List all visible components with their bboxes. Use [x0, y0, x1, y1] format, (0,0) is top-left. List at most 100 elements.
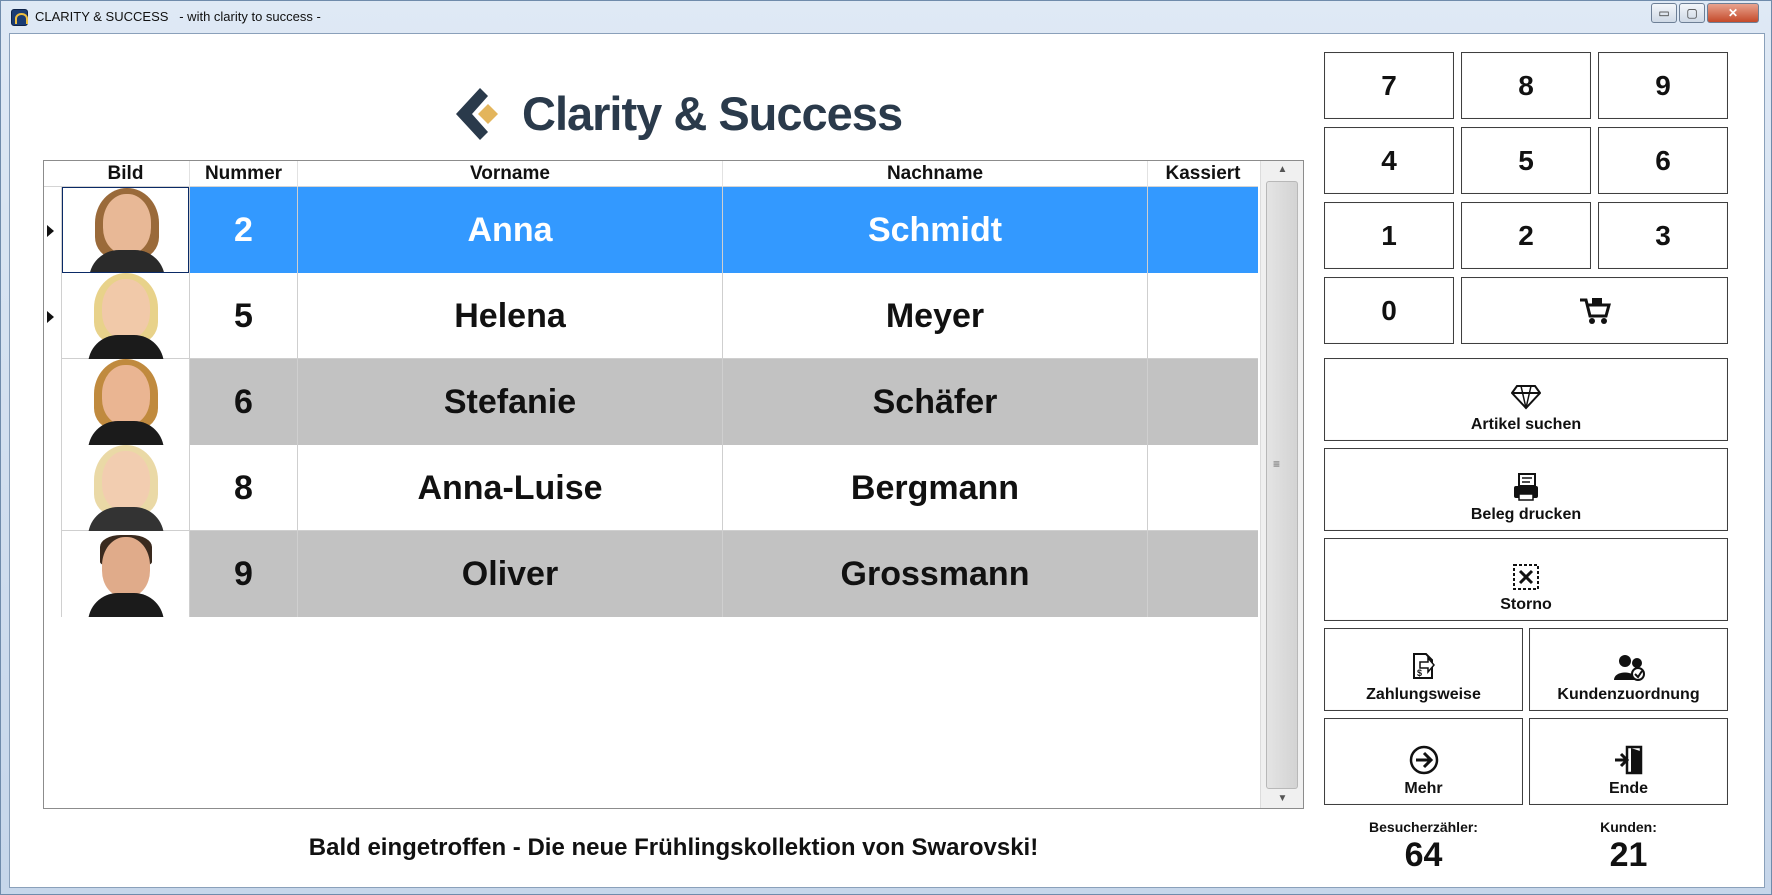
row-indicator-icon: [47, 311, 54, 323]
visitor-counter-value: 64: [1404, 836, 1443, 874]
zahlungsweise-button[interactable]: $ Zahlungsweise: [1324, 628, 1523, 711]
visitor-counter-label: Besucherzähler:: [1369, 819, 1478, 835]
vertical-scrollbar[interactable]: ▲ ≡ ▼: [1260, 161, 1303, 808]
window-title: CLARITY & SUCCESS - with clarity to succ…: [35, 9, 321, 24]
scroll-down-arrow-icon[interactable]: ▼: [1261, 790, 1304, 808]
table-row[interactable]: 6 Stefanie Schäfer: [44, 359, 1258, 445]
artikel-suchen-button[interactable]: Artikel suchen: [1324, 358, 1728, 441]
customer-count-value: 21: [1609, 836, 1648, 874]
customer-photo: [62, 273, 189, 359]
cell-nachname: Schmidt: [723, 187, 1148, 273]
cell-vorname: Oliver: [298, 531, 723, 617]
minimize-button[interactable]: ▭: [1651, 3, 1677, 23]
cell-vorname: Anna: [298, 187, 723, 273]
column-header-vorname[interactable]: Vorname: [298, 161, 723, 187]
scroll-grip-icon: ≡: [1273, 457, 1281, 471]
key-4[interactable]: 4: [1324, 127, 1454, 194]
cell-kassiert: [1148, 445, 1258, 531]
cell-vorname: Helena: [298, 273, 723, 359]
arrow-right-circle-icon: [1409, 745, 1438, 775]
key-2[interactable]: 2: [1461, 202, 1591, 269]
app-window: CLARITY & SUCCESS - with clarity to succ…: [0, 0, 1772, 895]
row-header[interactable]: [44, 359, 62, 445]
cell-vorname: Stefanie: [298, 359, 723, 445]
svg-text:$: $: [1417, 668, 1422, 678]
kundenzuordnung-label: Kundenzuordnung: [1557, 686, 1700, 703]
row-header[interactable]: [44, 187, 62, 273]
client-area: Clarity & Success Bild Nummer Vorname Na…: [9, 33, 1765, 888]
key-6[interactable]: 6: [1598, 127, 1728, 194]
scroll-thumb[interactable]: [1266, 181, 1298, 789]
storno-label: Storno: [1500, 596, 1552, 613]
key-9[interactable]: 9: [1598, 52, 1728, 119]
cell-nummer: 5: [190, 273, 298, 359]
kundenzuordnung-button[interactable]: Kundenzuordnung: [1529, 628, 1728, 711]
cart-button[interactable]: [1461, 277, 1728, 344]
cell-nummer: 9: [190, 531, 298, 617]
table-row[interactable]: 8 Anna-Luise Bergmann: [44, 445, 1258, 531]
row-header[interactable]: [44, 273, 62, 359]
row-header[interactable]: [44, 445, 62, 531]
beleg-drucken-label: Beleg drucken: [1470, 506, 1582, 523]
table-row[interactable]: 9 Oliver Grossmann: [44, 531, 1258, 617]
storno-icon: [1513, 564, 1539, 590]
ende-label: Ende: [1608, 780, 1649, 797]
row-indicator-icon: [47, 225, 54, 237]
artikel-suchen-label: Artikel suchen: [1470, 416, 1582, 433]
column-header-bild[interactable]: Bild: [62, 161, 190, 187]
exit-door-icon: [1614, 745, 1642, 775]
cell-nachname: Bergmann: [723, 445, 1148, 531]
mehr-label: Mehr: [1404, 780, 1443, 797]
beleg-drucken-button[interactable]: Beleg drucken: [1324, 448, 1728, 531]
column-header-nachname[interactable]: Nachname: [723, 161, 1148, 187]
customer-photo: [62, 531, 189, 617]
column-header-kassiert[interactable]: Kassiert: [1148, 161, 1258, 187]
key-0[interactable]: 0: [1324, 277, 1454, 344]
close-button[interactable]: ✕: [1707, 3, 1759, 23]
logo-chevron-icon: [456, 88, 498, 140]
key-8[interactable]: 8: [1461, 52, 1591, 119]
cell-kassiert: [1148, 359, 1258, 445]
customer-grid[interactable]: Bild Nummer Vorname Nachname Kassiert 2 …: [43, 160, 1304, 809]
key-7[interactable]: 7: [1324, 52, 1454, 119]
storno-button[interactable]: Storno: [1324, 538, 1728, 621]
row-header[interactable]: [44, 531, 62, 617]
cell-bild: [62, 187, 190, 273]
diamond-icon: [1511, 385, 1541, 410]
title-bar[interactable]: CLARITY & SUCCESS - with clarity to succ…: [1, 1, 1771, 33]
cell-kassiert: [1148, 531, 1258, 617]
ende-button[interactable]: Ende: [1529, 718, 1728, 805]
cell-kassiert: [1148, 273, 1258, 359]
customer-assign-icon: [1613, 655, 1645, 681]
cell-nummer: 6: [190, 359, 298, 445]
cell-bild: [62, 273, 190, 359]
cell-bild: [62, 445, 190, 531]
cell-nachname: Meyer: [723, 273, 1148, 359]
payment-method-icon: $: [1412, 653, 1435, 679]
key-3[interactable]: 3: [1598, 202, 1728, 269]
promo-banner: Bald eingetroffen - Die neue Frühlingsko…: [308, 834, 1039, 861]
cell-vorname: Anna-Luise: [298, 445, 723, 531]
cell-bild: [62, 359, 190, 445]
cell-nachname: Schäfer: [723, 359, 1148, 445]
key-1[interactable]: 1: [1324, 202, 1454, 269]
grid-header: Bild Nummer Vorname Nachname Kassiert: [44, 161, 1258, 187]
scroll-up-arrow-icon[interactable]: ▲: [1261, 161, 1304, 179]
key-5[interactable]: 5: [1461, 127, 1591, 194]
mehr-button[interactable]: Mehr: [1324, 718, 1523, 805]
logo-text: Clarity & Success: [522, 87, 903, 140]
cell-nummer: 8: [190, 445, 298, 531]
cell-bild: [62, 531, 190, 617]
table-row[interactable]: 2 Anna Schmidt: [44, 187, 1258, 273]
customer-photo: [62, 187, 189, 273]
printer-icon: [1514, 473, 1538, 501]
cell-kassiert: [1148, 187, 1258, 273]
table-row[interactable]: 5 Helena Meyer: [44, 273, 1258, 359]
app-icon: [11, 9, 28, 26]
maximize-button[interactable]: ▢: [1679, 3, 1705, 23]
customer-count-label: Kunden:: [1600, 819, 1657, 835]
column-header-nummer[interactable]: Nummer: [190, 161, 298, 187]
customer-photo: [62, 359, 189, 445]
cell-nachname: Grossmann: [723, 531, 1148, 617]
cart-icon: [1579, 297, 1611, 324]
